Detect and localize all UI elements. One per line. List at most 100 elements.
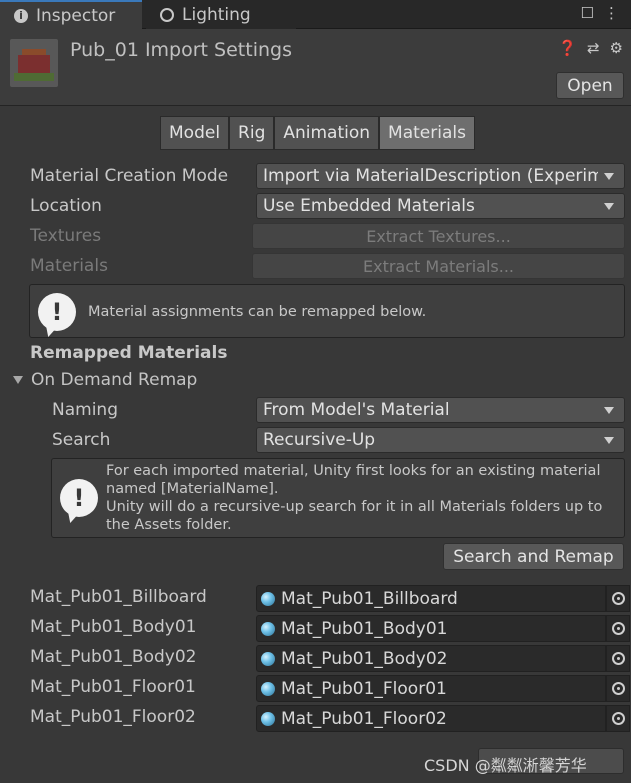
material-object-field[interactable]: Mat_Pub01_Body02	[256, 645, 606, 672]
chevron-down-icon	[604, 437, 614, 444]
lightbulb-icon	[160, 7, 174, 22]
warning-icon: !	[38, 293, 76, 331]
search-value: Recursive-Up	[263, 430, 376, 450]
material-value: Mat_Pub01_Billboard	[281, 588, 458, 609]
search-info-line: For each imported material, Unity first …	[106, 463, 601, 479]
material-object-field[interactable]: Mat_Pub01_Floor02	[256, 705, 606, 732]
on-demand-remap-label: On Demand Remap	[31, 370, 198, 390]
material-sphere-icon	[261, 651, 275, 666]
material-value: Mat_Pub01_Floor02	[281, 708, 447, 729]
materials-label: Materials	[30, 256, 108, 276]
material-label: Mat_Pub01_Floor02	[30, 707, 196, 727]
foldout-arrow-icon	[13, 376, 23, 384]
section-tabs: Model Rig Animation Materials	[160, 116, 475, 150]
creation-mode-label: Material Creation Mode	[30, 166, 229, 186]
page-title: Pub_01 Import Settings	[70, 39, 292, 61]
material-label: Mat_Pub01_Body01	[30, 617, 197, 637]
search-info-helpbox: ! For each imported material, Unity firs…	[51, 458, 625, 538]
info-helpbox: ! Material assignments can be remapped b…	[29, 284, 625, 338]
location-dropdown[interactable]: Use Embedded Materials	[256, 193, 625, 219]
gear-icon[interactable]: ⚙	[610, 39, 623, 57]
tab-lighting-label: Lighting	[182, 4, 251, 25]
material-row: Mat_Pub01_Body01 Mat_Pub01_Body01	[0, 615, 631, 643]
target-icon	[611, 592, 625, 605]
lock-icon[interactable]: ☐	[581, 4, 594, 22]
object-picker-button[interactable]	[606, 645, 630, 672]
tab-materials[interactable]: Materials	[379, 116, 475, 150]
material-object-field[interactable]: Mat_Pub01_Billboard	[256, 585, 606, 612]
material-object-field[interactable]: Mat_Pub01_Floor01	[256, 675, 606, 702]
creation-mode-dropdown[interactable]: Import via MaterialDescription (Experime…	[256, 163, 625, 189]
naming-row: Naming	[52, 397, 118, 423]
header-tools: ❓ ⇄ ⚙	[558, 39, 623, 57]
open-button[interactable]: Open	[556, 72, 624, 99]
object-picker-button[interactable]	[606, 585, 630, 612]
object-picker-button[interactable]	[606, 705, 630, 732]
search-info-line: Unity will do a recursive-up search for …	[106, 499, 603, 515]
naming-dropdown[interactable]: From Model's Material	[256, 397, 625, 423]
material-row: Mat_Pub01_Billboard Mat_Pub01_Billboard	[0, 585, 631, 613]
creation-mode-row: Material Creation Mode	[30, 163, 228, 189]
material-sphere-icon	[261, 621, 275, 636]
material-sphere-icon	[261, 711, 275, 726]
creation-mode-value: Import via MaterialDescription (Experime…	[263, 166, 598, 186]
textures-label: Textures	[30, 226, 102, 246]
remapped-materials-title: Remapped Materials	[30, 343, 228, 363]
on-demand-remap-foldout[interactable]: On Demand Remap	[13, 370, 197, 390]
extract-materials-button[interactable]: Extract Materials...	[252, 253, 625, 279]
tab-inspector-label: Inspector	[36, 5, 116, 26]
import-settings-header: Pub_01 Import Settings ❓ ⇄ ⚙ Open	[0, 29, 631, 106]
textures-row: Textures	[30, 223, 101, 249]
search-info-text: For each imported material, Unity first …	[106, 462, 602, 534]
material-value: Mat_Pub01_Body02	[281, 648, 448, 669]
location-value: Use Embedded Materials	[263, 196, 475, 216]
search-label: Search	[52, 430, 111, 450]
material-row: Mat_Pub01_Floor02 Mat_Pub01_Floor02	[0, 705, 631, 733]
target-icon	[611, 622, 625, 635]
materials-row: Materials	[30, 253, 108, 279]
tab-animation[interactable]: Animation	[274, 116, 380, 150]
kebab-menu-icon[interactable]: ⋮	[604, 4, 619, 22]
help-icon[interactable]: ❓	[558, 39, 577, 57]
warning-icon: !	[60, 479, 98, 517]
preset-icon[interactable]: ⇄	[587, 39, 600, 57]
extract-textures-button[interactable]: Extract Textures...	[252, 223, 625, 249]
search-and-remap-button[interactable]: Search and Remap	[443, 543, 624, 570]
target-icon	[611, 712, 625, 725]
search-row: Search	[52, 427, 110, 453]
tab-inspector[interactable]: i Inspector	[0, 0, 142, 29]
search-dropdown[interactable]: Recursive-Up	[256, 427, 625, 453]
naming-label: Naming	[52, 400, 118, 420]
tab-model[interactable]: Model	[160, 116, 230, 150]
chevron-down-icon	[604, 407, 614, 414]
tab-bar: i Inspector Lighting ☐ ⋮	[0, 0, 631, 29]
material-sphere-icon	[261, 681, 275, 696]
material-object-field[interactable]: Mat_Pub01_Body01	[256, 615, 606, 642]
material-row: Mat_Pub01_Body02 Mat_Pub01_Body02	[0, 645, 631, 673]
info-text: Material assignments can be remapped bel…	[88, 304, 427, 320]
tab-rig[interactable]: Rig	[229, 116, 275, 150]
model-thumbnail	[10, 39, 58, 87]
material-label: Mat_Pub01_Floor01	[30, 677, 196, 697]
location-row: Location	[30, 193, 102, 219]
object-picker-button[interactable]	[606, 615, 630, 642]
tab-tools: ☐ ⋮	[581, 4, 619, 22]
search-info-line: the Assets folder.	[106, 517, 232, 533]
watermark: CSDN @粼粼淅馨芳华	[424, 756, 587, 775]
target-icon	[611, 652, 625, 665]
object-picker-button[interactable]	[606, 675, 630, 702]
material-label: Mat_Pub01_Billboard	[30, 587, 207, 607]
material-value: Mat_Pub01_Floor01	[281, 678, 447, 699]
material-value: Mat_Pub01_Body01	[281, 618, 448, 639]
info-icon: i	[14, 8, 28, 23]
search-info-line: named [MaterialName].	[106, 481, 279, 497]
target-icon	[611, 682, 625, 695]
naming-value: From Model's Material	[263, 400, 450, 420]
chevron-down-icon	[604, 203, 614, 210]
location-label: Location	[30, 196, 102, 216]
material-label: Mat_Pub01_Body02	[30, 647, 197, 667]
tab-lighting[interactable]: Lighting	[146, 0, 296, 29]
material-row: Mat_Pub01_Floor01 Mat_Pub01_Floor01	[0, 675, 631, 703]
material-sphere-icon	[261, 591, 275, 606]
chevron-down-icon	[604, 173, 614, 180]
